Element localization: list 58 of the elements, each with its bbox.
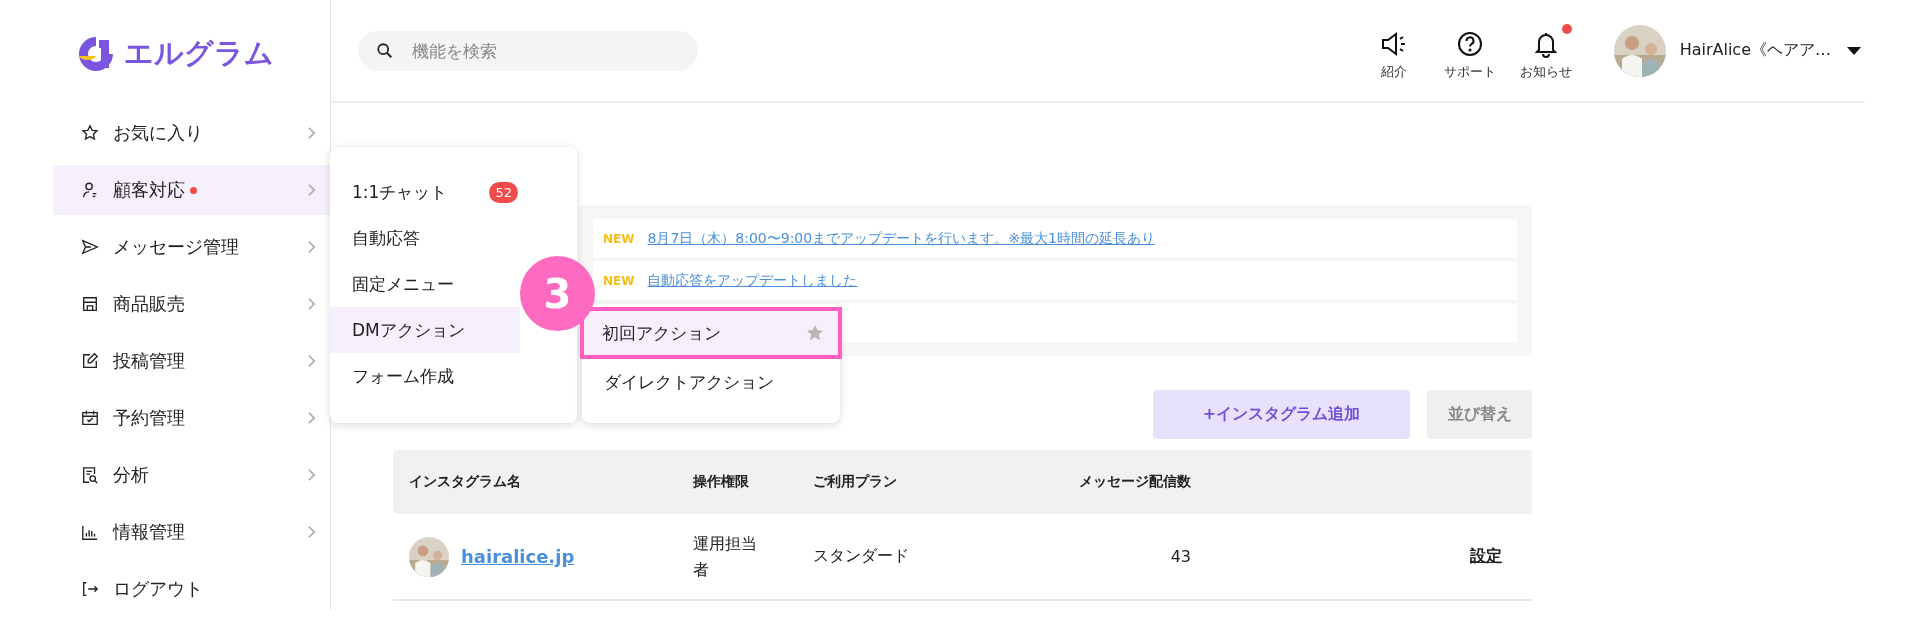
sidebar-item[interactable]: 投稿管理	[53, 336, 330, 386]
chevron-icon	[307, 354, 316, 368]
sidebar-item[interactable]: 情報管理	[53, 507, 330, 557]
star-icon[interactable]	[806, 324, 824, 342]
table-cell-text: 運用担当者	[692, 532, 758, 581]
new-tag: NEW	[603, 273, 635, 288]
menu-item[interactable]: フォーム作成	[330, 353, 520, 399]
chevron-icon	[307, 126, 316, 140]
new-tag: NEW	[603, 231, 635, 246]
menu-item[interactable]: 初回アクション	[580, 307, 842, 359]
chevron-icon	[307, 240, 316, 254]
menu-item[interactable]: 自動応答	[330, 215, 520, 261]
store-icon	[81, 295, 99, 313]
header-action[interactable]: 紹介	[1355, 20, 1432, 81]
calendar-icon	[81, 409, 99, 427]
sidebar-item[interactable]: ログアウト	[53, 564, 330, 614]
notice-link[interactable]: 自動応答をアップデートしました	[647, 271, 858, 290]
chevron-icon	[307, 297, 316, 311]
account-name[interactable]: HairAlice《ヘアア…	[1679, 40, 1831, 61]
sidebar-item[interactable]: 分析	[53, 450, 330, 500]
column-header: メッセージ配信数	[1078, 473, 1192, 491]
column-header: ご利用プラン	[812, 473, 898, 491]
notice-link[interactable]: 8月7日（木）8:00〜9:00までアップデートを行います。※最大1時間の延長あり	[647, 229, 1155, 248]
person-icon	[81, 181, 99, 199]
chevron-icon	[307, 468, 316, 482]
send-icon	[81, 238, 99, 256]
logout-icon	[81, 580, 99, 598]
chevron-icon	[307, 183, 316, 197]
caret-icon[interactable]	[1847, 45, 1861, 56]
menu-item[interactable]: ダイレクトアクション	[582, 359, 840, 405]
megaphone-icon	[1379, 30, 1408, 58]
chevron-icon	[307, 411, 316, 425]
menu-item[interactable]: 1:1チャット 52	[330, 169, 520, 215]
add-button[interactable]: +インスタグラム追加	[1153, 390, 1410, 439]
help-icon	[1455, 30, 1484, 58]
menu-item[interactable]: 固定メニュー	[330, 261, 520, 307]
logo-text: エルグラム	[124, 35, 274, 72]
header-action[interactable]: サポート	[1431, 20, 1508, 81]
table-cell-text: 43	[1169, 547, 1192, 566]
bar-chart-icon	[81, 523, 99, 541]
column-header: 操作権限	[692, 473, 750, 491]
report-icon	[81, 466, 99, 484]
sidebar-item[interactable]: 商品販売	[53, 279, 330, 329]
count-badge: 52	[489, 181, 518, 203]
column-header: インスタグラム名	[408, 473, 522, 491]
chevron-icon	[307, 525, 316, 539]
sidebar-item[interactable]: お気に入り	[53, 108, 330, 158]
search-field[interactable]: 機能を検索	[358, 30, 698, 71]
table-cell-text: スタンダード	[812, 546, 910, 567]
settings-link[interactable]: 設定	[1470, 546, 1502, 565]
sidebar-item[interactable]: 顧客対応	[53, 165, 330, 215]
menu-item[interactable]: DMアクション	[330, 307, 520, 353]
logo-icon	[76, 34, 116, 74]
edit-icon	[81, 352, 99, 370]
sidebar-item[interactable]: 予約管理	[53, 393, 330, 443]
header-action[interactable]: お知らせ	[1507, 20, 1584, 81]
star-icon	[81, 124, 99, 142]
sidebar-item[interactable]: メッセージ管理	[53, 222, 330, 272]
